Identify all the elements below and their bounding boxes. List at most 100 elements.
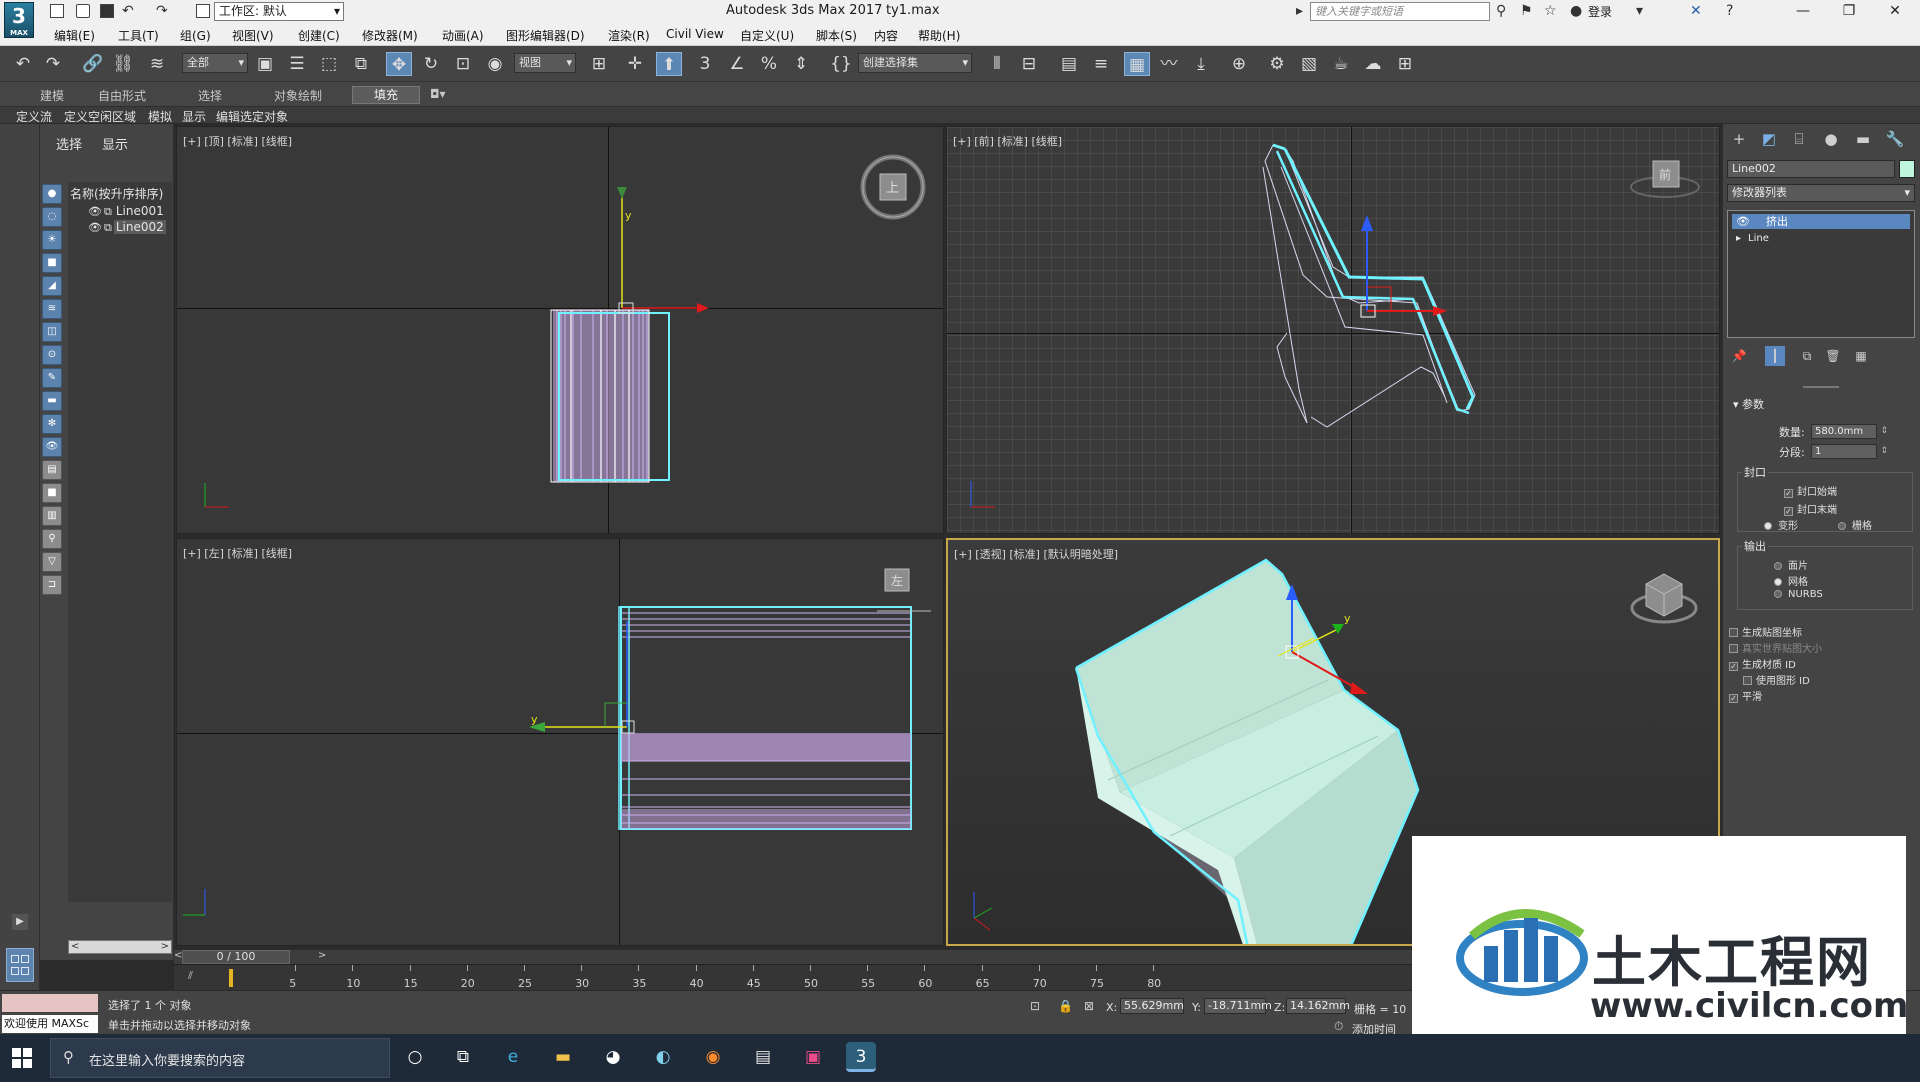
motion-tab-icon[interactable]: ●	[1819, 128, 1843, 150]
viewcube-top-face[interactable]: 上	[886, 181, 899, 196]
list-item[interactable]: 👁 ⧉ Line001	[88, 204, 166, 219]
binoculars-icon[interactable]: ⚲	[1496, 3, 1506, 19]
material-editor-icon[interactable]: ⊕	[1226, 52, 1252, 76]
menu-group[interactable]: 组(G)	[180, 27, 211, 44]
render-setup-icon[interactable]: ⚙	[1264, 52, 1290, 76]
menu-help[interactable]: 帮助(H)	[918, 27, 960, 44]
absolute-relative-toggle-icon[interactable]: ⊠	[1084, 999, 1094, 1013]
select-by-name-icon[interactable]: ☰	[284, 52, 310, 76]
task-view-icon[interactable]: ⧉	[448, 1042, 478, 1072]
edge-browser-icon[interactable]: e	[498, 1042, 528, 1072]
menu-customize[interactable]: 自定义(U)	[740, 27, 794, 44]
viewcube-left-face[interactable]: 左	[891, 573, 903, 588]
undo-icon[interactable]: ↶	[10, 52, 36, 76]
select-rotate-icon[interactable]: ↻	[418, 52, 444, 76]
menu-modifiers[interactable]: 修改器(M)	[362, 27, 418, 44]
filter-helpers-icon[interactable]: ◢	[42, 276, 62, 296]
redo-icon[interactable]: ↷	[156, 3, 168, 19]
rect-selection-icon[interactable]: ⬚	[316, 52, 342, 76]
placement-icon[interactable]: ◉	[482, 52, 508, 76]
viewcube-top[interactable]: 上	[853, 147, 933, 227]
segments-spinner[interactable]: 1	[1811, 444, 1888, 459]
cortana-icon[interactable]: ○	[400, 1042, 430, 1072]
viewcube-front[interactable]: 前	[1625, 147, 1705, 207]
close-window-button[interactable]: ✕	[1872, 0, 1918, 24]
tab-modeling[interactable]: 建模	[40, 87, 64, 104]
subtab-define-idle-areas[interactable]: 定义空闲区域	[64, 108, 136, 125]
object-color-swatch[interactable]	[1899, 160, 1915, 178]
menu-edit[interactable]: 编辑(E)	[54, 27, 95, 44]
angle-snap-icon[interactable]: ∠	[724, 52, 750, 76]
save-file-icon[interactable]	[100, 4, 114, 18]
display-all-icon[interactable]: ▤	[42, 460, 62, 480]
favorites-star-icon[interactable]: ☆	[1544, 3, 1557, 19]
viewport-front[interactable]: [+] [前] [标准] [线框] 前	[946, 126, 1720, 534]
nurbs-radio[interactable]: NURBS	[1774, 589, 1823, 600]
explorer-tab-display[interactable]: 显示	[102, 138, 128, 153]
maxscript-mini-listener[interactable]	[2, 994, 98, 1012]
patch-radio[interactable]: 面片	[1774, 557, 1808, 572]
curve-editor-mini-icon[interactable]: ⫽	[188, 969, 193, 983]
bind-spacewarp-icon[interactable]: ≋	[144, 52, 170, 76]
menu-tools[interactable]: 工具(T)	[118, 27, 159, 44]
x-coordinate-field[interactable]: 55.629mm	[1120, 998, 1184, 1014]
select-manipulate-icon[interactable]: ✛	[622, 52, 648, 76]
help-icon[interactable]: ?	[1726, 3, 1733, 19]
redo-icon[interactable]: ↷	[40, 52, 66, 76]
subtab-display[interactable]: 显示	[182, 108, 206, 125]
viewport-left[interactable]: [+] [左] [标准] [线框] y 左	[176, 538, 944, 946]
render-cloud-icon[interactable]: ☁	[1360, 52, 1386, 76]
align-icon[interactable]: ⊟	[1016, 52, 1042, 76]
file-explorer-icon[interactable]: ▬	[548, 1042, 578, 1072]
autodesk-exchange-icon[interactable]: ✕	[1690, 3, 1702, 19]
link-icon[interactable]: 🔗	[80, 52, 106, 76]
keyboard-shortcut-override-icon[interactable]: ⬆	[656, 52, 682, 76]
real-world-map-checkbox[interactable]: 真实世界贴图大小	[1729, 640, 1822, 655]
scroll-right-icon[interactable]: >	[161, 941, 169, 952]
a360-gallery-icon[interactable]: ⊞	[1392, 52, 1418, 76]
selection-lock-icon[interactable]: 🔒	[1058, 999, 1073, 1013]
filter-spacewarps-icon[interactable]: ≋	[42, 299, 62, 319]
menu-animation[interactable]: 动画(A)	[442, 27, 484, 44]
menu-civil-view[interactable]: Civil View	[666, 27, 724, 41]
filter-xrefs-icon[interactable]: ⊙	[42, 345, 62, 365]
filter-cameras-icon[interactable]: ■	[42, 253, 62, 273]
login-button[interactable]: 登录	[1588, 3, 1612, 20]
undo-icon[interactable]: ↶	[122, 3, 134, 19]
mirror-icon[interactable]: ⫴	[984, 52, 1010, 76]
schematic-view-icon[interactable]: ⤓	[1188, 52, 1214, 76]
expand-layout-icon[interactable]: ▶	[12, 914, 28, 930]
list-item[interactable]: 👁 ⧉ Line002	[88, 220, 166, 235]
filter-groups-icon[interactable]: ◫	[42, 322, 62, 342]
rendered-frame-icon[interactable]: ▧	[1296, 52, 1322, 76]
display-tab-icon[interactable]: ▬	[1851, 128, 1875, 150]
3dsmax-taskbar-icon[interactable]: 3	[846, 1042, 876, 1072]
viewcube-front-face[interactable]: 前	[1659, 167, 1671, 182]
filter-hidden-icon[interactable]: 👁	[42, 437, 62, 457]
app-logo[interactable]: 3 MAX	[4, 2, 34, 38]
workspace-select[interactable]: 工作区: 默认	[214, 2, 344, 21]
viewport-layout-tab-icon[interactable]	[6, 948, 34, 982]
utilities-tab-icon[interactable]: 🔧	[1883, 128, 1907, 150]
display-none-icon[interactable]: ■	[42, 483, 62, 503]
layer-explorer-icon[interactable]: ≡	[1088, 52, 1114, 76]
configure-sets-icon[interactable]: ▦	[1851, 346, 1871, 366]
select-move-icon[interactable]: ✥	[386, 52, 412, 76]
subtab-define-flows[interactable]: 定义流	[16, 108, 52, 125]
visibility-eye-icon[interactable]: 👁	[88, 221, 102, 234]
object-name-field[interactable]: Line002	[1727, 160, 1895, 178]
render-production-icon[interactable]: ☕	[1328, 52, 1354, 76]
hierarchy-tab-icon[interactable]: ⌸	[1787, 128, 1811, 150]
spinner-snap-icon[interactable]: ⇕	[788, 52, 814, 76]
stack-item-extrude[interactable]: 👁 挤出	[1732, 214, 1910, 229]
filter-containers-icon[interactable]: ▬	[42, 391, 62, 411]
percent-snap-icon[interactable]: %	[756, 52, 782, 76]
subtab-simulate[interactable]: 模拟	[148, 108, 172, 125]
window-crossing-icon[interactable]: ⧉	[348, 52, 374, 76]
filter-geometry-icon[interactable]: ●	[42, 184, 62, 204]
filter-lights-icon[interactable]: ☀	[42, 230, 62, 250]
new-file-icon[interactable]	[50, 4, 64, 18]
show-end-result-icon[interactable]: ┃	[1765, 346, 1785, 366]
pivot-center-icon[interactable]: ⊞	[586, 52, 612, 76]
app-icon-notes[interactable]: ▤	[748, 1042, 778, 1072]
